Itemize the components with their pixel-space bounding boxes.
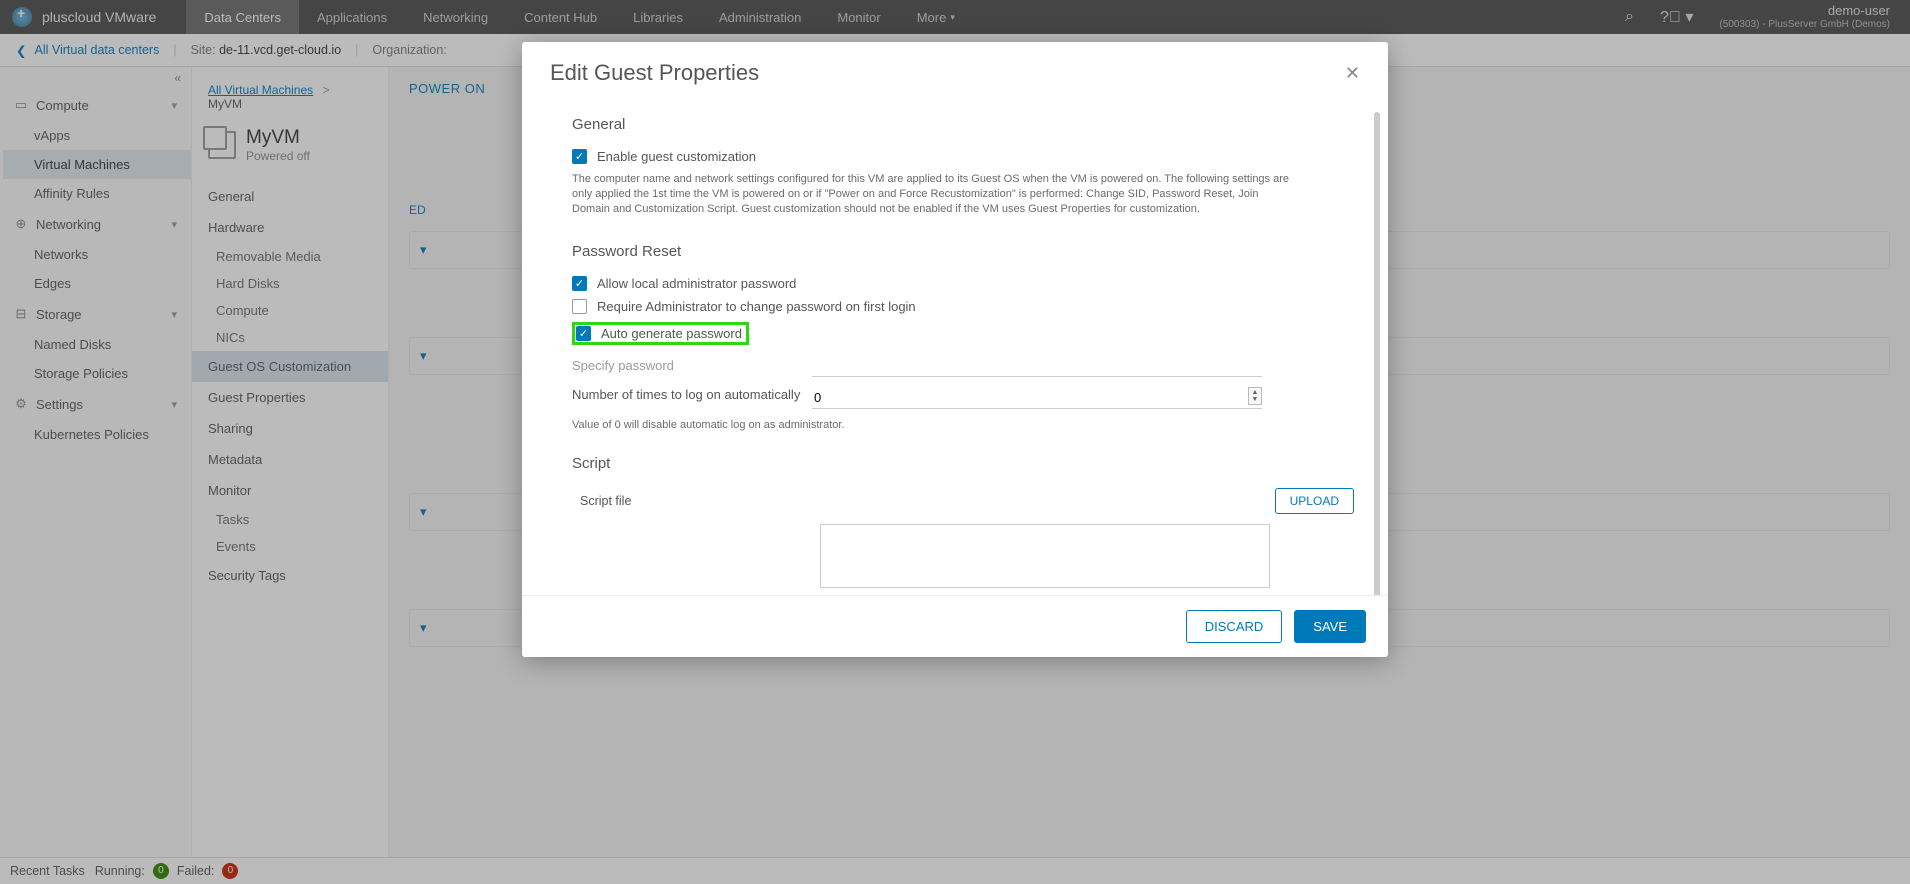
script-file-row: Script file UPLOAD	[572, 488, 1354, 514]
upload-button[interactable]: UPLOAD	[1275, 488, 1354, 514]
discard-button[interactable]: DISCARD	[1186, 610, 1283, 643]
allow-local-admin-checkbox[interactable]	[572, 276, 587, 291]
require-change-label: Require Administrator to change password…	[597, 299, 916, 314]
modal-body: General Enable guest customization The c…	[522, 98, 1388, 595]
enable-guest-customization-checkbox[interactable]	[572, 149, 587, 164]
specify-password-row: Specify password	[572, 355, 1354, 377]
scrollbar[interactable]	[1374, 112, 1380, 595]
modal-overlay: Edit Guest Properties ✕ General Enable g…	[0, 0, 1910, 884]
auto-logon-label: Number of times to log on automatically	[572, 387, 812, 404]
enable-guest-customization-label: Enable guest customization	[597, 149, 756, 164]
require-change-checkbox[interactable]	[572, 299, 587, 314]
close-icon[interactable]: ✕	[1345, 63, 1360, 84]
auto-generate-label: Auto generate password	[601, 326, 742, 341]
section-general-heading: General	[572, 116, 1354, 133]
section-script-heading: Script	[572, 455, 1354, 472]
allow-local-admin-label: Allow local administrator password	[597, 276, 796, 291]
modal-footer: DISCARD SAVE	[522, 595, 1388, 657]
script-textarea[interactable]	[820, 524, 1270, 588]
edit-guest-properties-modal: Edit Guest Properties ✕ General Enable g…	[522, 42, 1388, 657]
specify-password-input[interactable]	[812, 355, 1262, 377]
script-file-label: Script file	[580, 494, 631, 508]
general-help-text: The computer name and network settings c…	[572, 172, 1292, 217]
auto-logon-row: Number of times to log on automatically …	[572, 387, 1354, 409]
require-change-row: Require Administrator to change password…	[572, 299, 1354, 314]
save-button[interactable]: SAVE	[1294, 610, 1366, 643]
number-stepper[interactable]: ▲▼	[1248, 387, 1262, 405]
specify-password-label: Specify password	[572, 358, 812, 373]
enable-guest-customization-row: Enable guest customization	[572, 149, 1354, 164]
auto-logon-input-wrap: ▲▼	[812, 387, 1262, 409]
auto-logon-input[interactable]	[812, 387, 1262, 409]
allow-local-admin-row: Allow local administrator password	[572, 276, 1354, 291]
auto-logon-help: Value of 0 will disable automatic log on…	[572, 419, 1354, 431]
modal-header: Edit Guest Properties ✕	[522, 42, 1388, 98]
auto-generate-row: Auto generate password	[572, 322, 1354, 345]
highlight-box: Auto generate password	[572, 322, 749, 345]
section-password-heading: Password Reset	[572, 243, 1354, 260]
modal-title: Edit Guest Properties	[550, 60, 759, 86]
auto-generate-checkbox[interactable]	[576, 326, 591, 341]
